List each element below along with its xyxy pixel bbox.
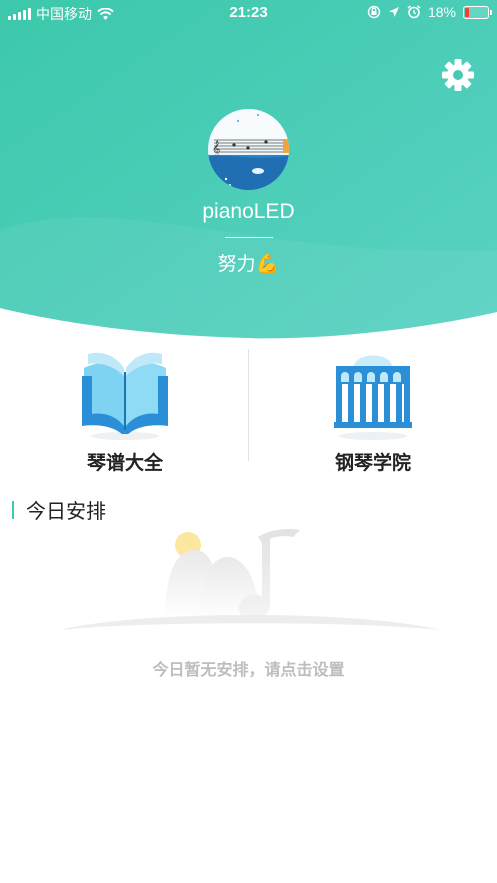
username: pianoLED <box>202 200 295 223</box>
location-icon <box>388 7 399 17</box>
section-accent-bar <box>12 500 14 519</box>
battery-level <box>465 7 469 17</box>
battery-icon <box>463 5 492 19</box>
score-library-entry[interactable]: 琴谱大全 <box>40 346 210 476</box>
battery-percent: 18% <box>427 4 456 20</box>
profile-divider <box>225 237 273 238</box>
user-motto: 努力💪 <box>217 254 280 275</box>
entry-divider <box>248 349 249 461</box>
avatar[interactable]: 𝄞 <box>208 109 289 190</box>
score-library-label: 琴谱大全 <box>86 453 163 474</box>
status-bar: 中国移动 21:23 18% <box>0 0 497 26</box>
orientation-lock-icon <box>367 5 381 19</box>
alarm-icon <box>407 5 421 19</box>
schedule-title: 今日安排 <box>26 501 106 523</box>
open-book-icon <box>82 352 168 440</box>
empty-schedule-message[interactable]: 今日暂无安排，请点击设置 <box>0 656 497 680</box>
empty-schedule-illustration <box>60 529 440 630</box>
schedule-section-title: 今日安排 <box>12 495 106 524</box>
academy-building-icon <box>334 355 412 440</box>
gear-icon[interactable] <box>441 58 475 92</box>
svg-text:𝄞: 𝄞 <box>212 141 220 157</box>
piano-academy-entry[interactable]: 钢琴学院 <box>288 346 458 476</box>
piano-academy-label: 钢琴学院 <box>334 453 411 474</box>
